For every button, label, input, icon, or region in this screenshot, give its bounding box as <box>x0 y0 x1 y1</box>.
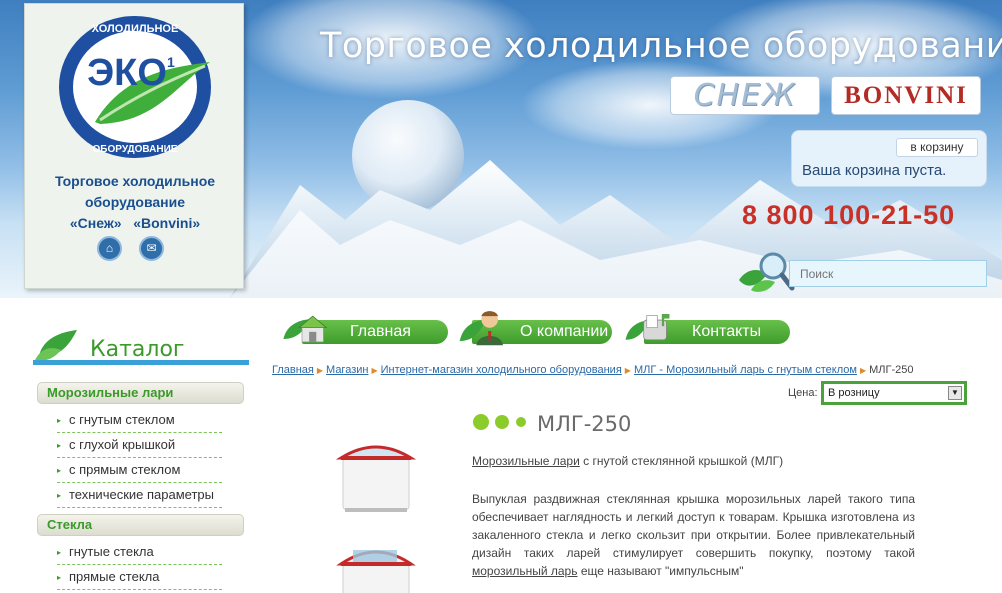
logo-line-2: оборудование <box>84 194 186 210</box>
cart-status: Ваша корзина пуста. <box>802 162 947 179</box>
catalog-title: Каталог <box>90 337 185 362</box>
breadcrumb: Главная ▶ Магазин ▶ Интернет-магазин холодил… <box>272 364 913 376</box>
logo-emblem-bottom: ОБОРУДОВАНИЕ <box>93 144 178 155</box>
bullet-icon: ▸ <box>57 415 62 425</box>
catalog-divider <box>33 360 249 365</box>
leaf-icon <box>35 330 77 361</box>
logo-line-1: Торговое холодильное <box>54 173 216 189</box>
catalog-item[interactable]: ▸ с гнутым стеклом <box>57 408 222 433</box>
site-title: Торговое холодильное оборудование <box>320 26 1002 66</box>
breadcrumb-link[interactable]: Главная <box>272 364 314 376</box>
product-desc-end: еще называют "импульсным" <box>577 564 744 578</box>
logo-emblem-sup: 1 <box>167 54 175 70</box>
price-type-select[interactable]: В розницу ▼ <box>821 381 967 405</box>
bullet-icon: ▸ <box>57 572 62 582</box>
catalog-item[interactable]: ▸ прямые стекла <box>57 565 222 590</box>
cart-panel: в корзину Ваша корзина пуста. <box>791 130 987 187</box>
catalog-item[interactable]: ▸ технические параметры <box>57 483 222 508</box>
phone-number: 8 800 100-21-50 <box>742 200 956 230</box>
product-subtitle: Морозильные лари с гнутой стеклянной кры… <box>472 454 783 468</box>
catalog-item-label: с глухой крышкой <box>69 437 176 452</box>
catalog-header: Каталог <box>33 326 249 365</box>
green-dots-icon <box>473 414 526 430</box>
nav-contacts[interactable]: Контакты <box>624 304 790 349</box>
breadcrumb-arrow-icon: ▶ <box>859 366 867 375</box>
nav-home[interactable]: Главная <box>282 304 448 349</box>
product-image-freezer[interactable] <box>335 430 419 522</box>
catalog-item[interactable]: ▸ с глухой крышкой <box>57 433 222 458</box>
brand-sneg-button[interactable]: СНЕЖ <box>670 76 820 115</box>
breadcrumb-link[interactable]: Магазин <box>326 364 368 376</box>
product-category-link[interactable]: Морозильные лари <box>472 454 580 468</box>
breadcrumb-link[interactable]: МЛГ - Морозильный ларь с гнутым стеклом <box>634 364 857 376</box>
catalog-item-label: с гнутым стеклом <box>69 412 175 427</box>
home-icon[interactable]: ⌂ <box>97 236 122 261</box>
catalog-item-label: гнутые стекла <box>69 544 154 559</box>
logo-emblem-top: ХОЛОДИЛЬНОЕ <box>92 23 179 35</box>
product-description: Выпуклая раздвижная стеклянная крышка мо… <box>472 490 915 580</box>
product-title: МЛГ-250 <box>537 412 632 436</box>
breadcrumb-arrow-icon: ▶ <box>371 366 378 375</box>
catalog-item[interactable]: ▸ гнутые стекла <box>57 540 222 565</box>
logo-emblem-main: ЭКО <box>87 52 167 94</box>
add-to-cart-button[interactable]: в корзину <box>896 138 978 157</box>
nav-about[interactable]: О компании <box>458 304 612 349</box>
house-icon <box>283 315 328 343</box>
price-selected-value: В розницу <box>828 387 880 399</box>
header-banner: ХОЛОДИЛЬНОЕ ЭКО 1 ОБОРУДОВАНИЕ Торговое … <box>0 0 1002 298</box>
breadcrumb-arrow-icon: ▶ <box>624 366 631 375</box>
product-desc-link[interactable]: морозильный ларь <box>472 564 578 578</box>
catalog-group-glass[interactable]: Стекла <box>37 514 244 536</box>
search-magnifier-icon[interactable] <box>737 250 795 294</box>
logo-panel[interactable]: ХОЛОДИЛЬНОЕ ЭКО 1 ОБОРУДОВАНИЕ Торговое … <box>24 3 244 289</box>
product-desc-text: Выпуклая раздвижная стеклянная крышка мо… <box>472 492 915 560</box>
dropdown-arrow-icon: ▼ <box>948 386 962 400</box>
logo-icon-row: ⌂ ✉ <box>97 236 177 262</box>
bullet-icon: ▸ <box>57 465 62 475</box>
search-input[interactable] <box>789 260 987 287</box>
catalog-item-label: прямые стекла <box>69 569 160 584</box>
breadcrumb-current: МЛГ-250 <box>869 364 914 376</box>
bullet-icon: ▸ <box>57 490 62 500</box>
brand-bonvini-button[interactable]: BONVINI <box>831 76 981 115</box>
eco-logo-icon: ХОЛОДИЛЬНОЕ ЭКО 1 ОБОРУДОВАНИЕ <box>59 16 211 158</box>
price-label: Цена: <box>788 387 818 399</box>
bullet-icon: ▸ <box>57 547 62 557</box>
breadcrumb-link[interactable]: Интернет-магазин холодильного оборудован… <box>381 364 622 376</box>
logo-caption: Торговое холодильное оборудование «Снеж»… <box>25 171 245 234</box>
logo-line-3: «Снеж» «Bonvini» <box>69 215 201 231</box>
product-subtitle-text: с гнутой стеклянной крышкой (МЛГ) <box>579 454 784 468</box>
mailbox-icon <box>625 314 670 341</box>
search-bar <box>737 250 989 294</box>
catalog-item-label: технические параметры <box>69 487 214 502</box>
catalog-item-label: с прямым стеклом <box>69 462 181 477</box>
person-icon <box>459 311 503 346</box>
catalog-item[interactable]: ▸ с прямым стеклом <box>57 458 222 483</box>
bullet-icon: ▸ <box>57 440 62 450</box>
mail-icon[interactable]: ✉ <box>139 236 164 261</box>
product-image-freezer-open[interactable] <box>335 528 419 593</box>
catalog-group-freezers[interactable]: Морозильные лари <box>37 382 244 404</box>
breadcrumb-arrow-icon: ▶ <box>316 366 324 375</box>
